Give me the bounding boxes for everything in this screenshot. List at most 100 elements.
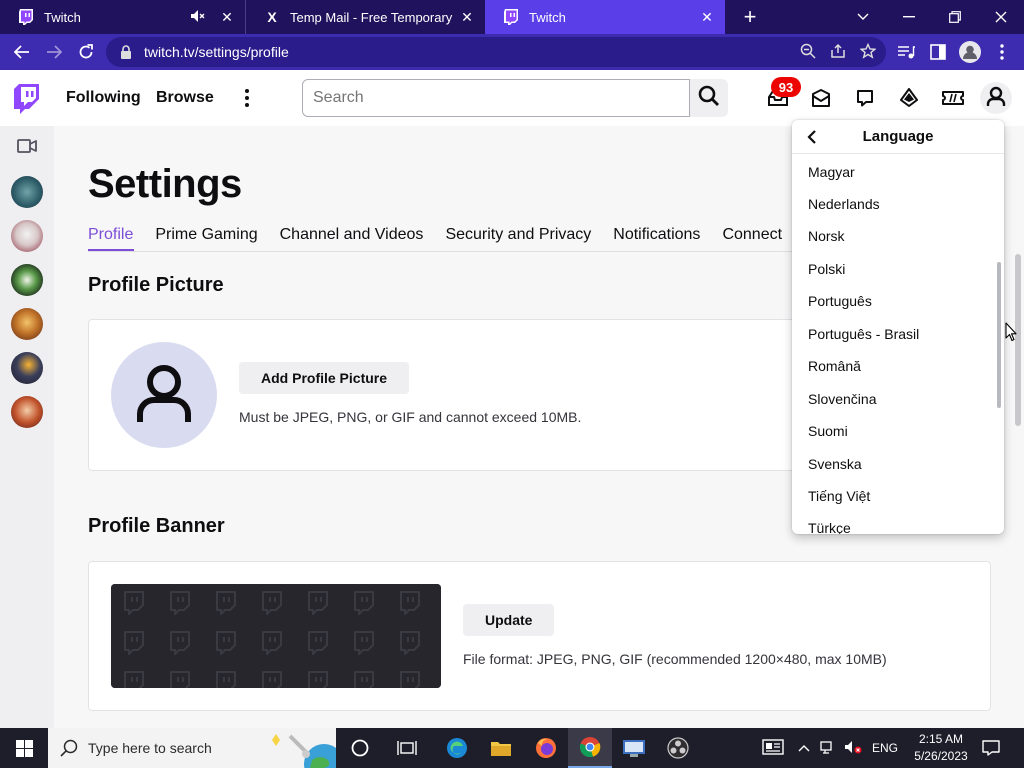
volume-muted-icon[interactable] <box>844 740 862 757</box>
tab-close-icon[interactable]: ✕ <box>459 9 475 25</box>
browser-tab-twitch-1[interactable]: Twitch ✕ <box>0 0 245 34</box>
language-option[interactable]: Svenska <box>808 456 862 472</box>
temp-mail-favicon-icon: X <box>267 9 277 25</box>
bookmark-star-icon[interactable] <box>859 42 877 62</box>
tab-close-icon[interactable]: ✕ <box>219 9 235 25</box>
channel-avatar[interactable] <box>11 308 43 340</box>
language-menu-header: Language <box>792 120 1004 154</box>
profile-avatar-icon[interactable] <box>954 36 986 68</box>
tab-title: Twitch <box>44 9 81 25</box>
nav-browse-link[interactable]: Browse <box>156 89 214 107</box>
chrome-icon[interactable] <box>568 728 612 768</box>
network-settings-app-icon[interactable] <box>612 728 656 768</box>
add-profile-picture-button[interactable]: Add Profile Picture <box>239 362 410 394</box>
video-camera-icon[interactable] <box>17 138 39 156</box>
tabs-divider <box>88 251 808 252</box>
media-control-icon[interactable] <box>890 36 922 68</box>
tab-connections[interactable]: Connect <box>722 226 782 252</box>
profile-banner-heading: Profile Banner <box>88 515 225 537</box>
file-explorer-icon[interactable] <box>479 728 523 768</box>
network-icon[interactable] <box>820 740 836 757</box>
forward-arrow-icon[interactable] <box>38 36 70 68</box>
side-panel-icon[interactable] <box>922 36 954 68</box>
twitch-top-nav: Following Browse <box>0 70 1024 126</box>
nav-following-link[interactable]: Following <box>66 89 141 107</box>
channel-avatar[interactable] <box>11 176 43 208</box>
prime-crown-ticket-icon[interactable] <box>939 84 967 112</box>
tab-security-and-privacy[interactable]: Security and Privacy <box>445 226 591 252</box>
browser-tab-bar: Twitch ✕ X Temp Mail - Free Temporary Em… <box>0 0 1024 34</box>
reload-icon[interactable] <box>70 36 102 68</box>
user-icon <box>985 85 1007 112</box>
language-option[interactable]: Português <box>808 293 872 309</box>
language-option[interactable]: Slovenčina <box>808 391 877 407</box>
browser-menu-icon[interactable] <box>986 36 1018 68</box>
twitch-logo-icon[interactable] <box>14 84 42 114</box>
taskbar-search-placeholder: Type here to search <box>88 740 212 756</box>
system-tray: ENG <box>762 728 898 768</box>
edge-browser-icon[interactable] <box>435 728 479 768</box>
tab-search-chevron-icon[interactable] <box>840 0 886 34</box>
news-widget-icon[interactable] <box>762 738 784 758</box>
taskbar-clock[interactable]: 2:15 AM 5/26/2023 <box>908 731 974 765</box>
tab-channel-and-videos[interactable]: Channel and Videos <box>280 226 424 252</box>
tab-close-icon[interactable]: ✕ <box>699 9 715 25</box>
twitch-favicon-icon <box>503 9 519 25</box>
language-option[interactable]: Nederlands <box>808 196 880 212</box>
back-arrow-icon[interactable] <box>6 36 38 68</box>
language-list: Magyar Nederlands Norsk Polski Português… <box>792 154 1004 534</box>
input-language-indicator[interactable]: ENG <box>872 741 898 755</box>
channel-avatar[interactable] <box>11 352 43 384</box>
new-tab-plus-icon[interactable]: + <box>733 0 767 34</box>
language-option[interactable]: Norsk <box>808 228 845 244</box>
search-magnifier-icon <box>60 739 78 760</box>
inbox-mail-icon[interactable] <box>807 84 835 112</box>
profile-picture-placeholder[interactable] <box>111 342 217 448</box>
profile-banner-preview[interactable] <box>111 584 441 688</box>
bits-gem-icon[interactable] <box>895 84 923 112</box>
tab-notifications[interactable]: Notifications <box>613 226 700 252</box>
search-input[interactable] <box>302 79 690 117</box>
task-view-icon[interactable] <box>385 728 429 768</box>
restore-icon[interactable] <box>932 0 978 34</box>
action-center-icon[interactable] <box>982 728 1000 768</box>
language-option[interactable]: Suomi <box>808 423 848 439</box>
channel-avatar[interactable] <box>11 264 43 296</box>
windows-start-icon[interactable] <box>0 728 48 768</box>
firefox-icon[interactable] <box>524 728 568 768</box>
channel-avatar[interactable] <box>11 220 43 252</box>
search-button[interactable] <box>690 79 728 117</box>
language-list-scrollbar[interactable] <box>997 262 1001 408</box>
url-text: twitch.tv/settings/profile <box>144 44 289 60</box>
twitch-favicon-icon <box>18 9 34 25</box>
whispers-chat-icon[interactable] <box>851 84 879 112</box>
minimize-icon[interactable] <box>886 0 932 34</box>
language-option[interactable]: Polski <box>808 261 845 277</box>
zoom-icon[interactable] <box>800 43 816 62</box>
speaker-mute-icon[interactable] <box>191 9 205 25</box>
profile-banner-card: Update File format: JPEG, PNG, GIF (reco… <box>88 561 991 711</box>
close-window-icon[interactable] <box>978 0 1024 34</box>
update-banner-button[interactable]: Update <box>463 604 555 636</box>
language-option[interactable]: Română <box>808 358 861 374</box>
more-options-icon[interactable] <box>240 86 254 110</box>
browser-tab-temp-mail[interactable]: X Temp Mail - Free Temporary Ema ✕ <box>245 0 485 34</box>
channel-avatar[interactable] <box>11 396 43 428</box>
taskbar-search-box[interactable]: Type here to search <box>48 728 344 768</box>
tab-title: Temp Mail - Free Temporary Ema <box>290 9 453 25</box>
tray-chevron-up-icon[interactable] <box>798 741 810 755</box>
language-option[interactable]: Tiếng Việt <box>808 488 870 504</box>
language-option[interactable]: Português - Brasil <box>808 326 919 342</box>
browser-tab-twitch-active[interactable]: Twitch ✕ <box>485 0 725 34</box>
share-icon[interactable] <box>830 43 846 62</box>
language-option[interactable]: Magyar <box>808 164 855 180</box>
browser-toolbar: twitch.tv/settings/profile <box>0 34 1024 70</box>
tab-title: Twitch <box>529 9 566 25</box>
back-chevron-icon[interactable] <box>802 127 822 147</box>
tab-prime-gaming[interactable]: Prime Gaming <box>155 226 257 252</box>
user-menu-avatar[interactable] <box>980 82 1012 114</box>
task-view-cortana-icon[interactable] <box>338 728 382 768</box>
obs-studio-icon[interactable] <box>656 728 700 768</box>
address-bar[interactable]: twitch.tv/settings/profile <box>106 37 886 67</box>
language-option[interactable]: Türkçe <box>808 520 851 534</box>
